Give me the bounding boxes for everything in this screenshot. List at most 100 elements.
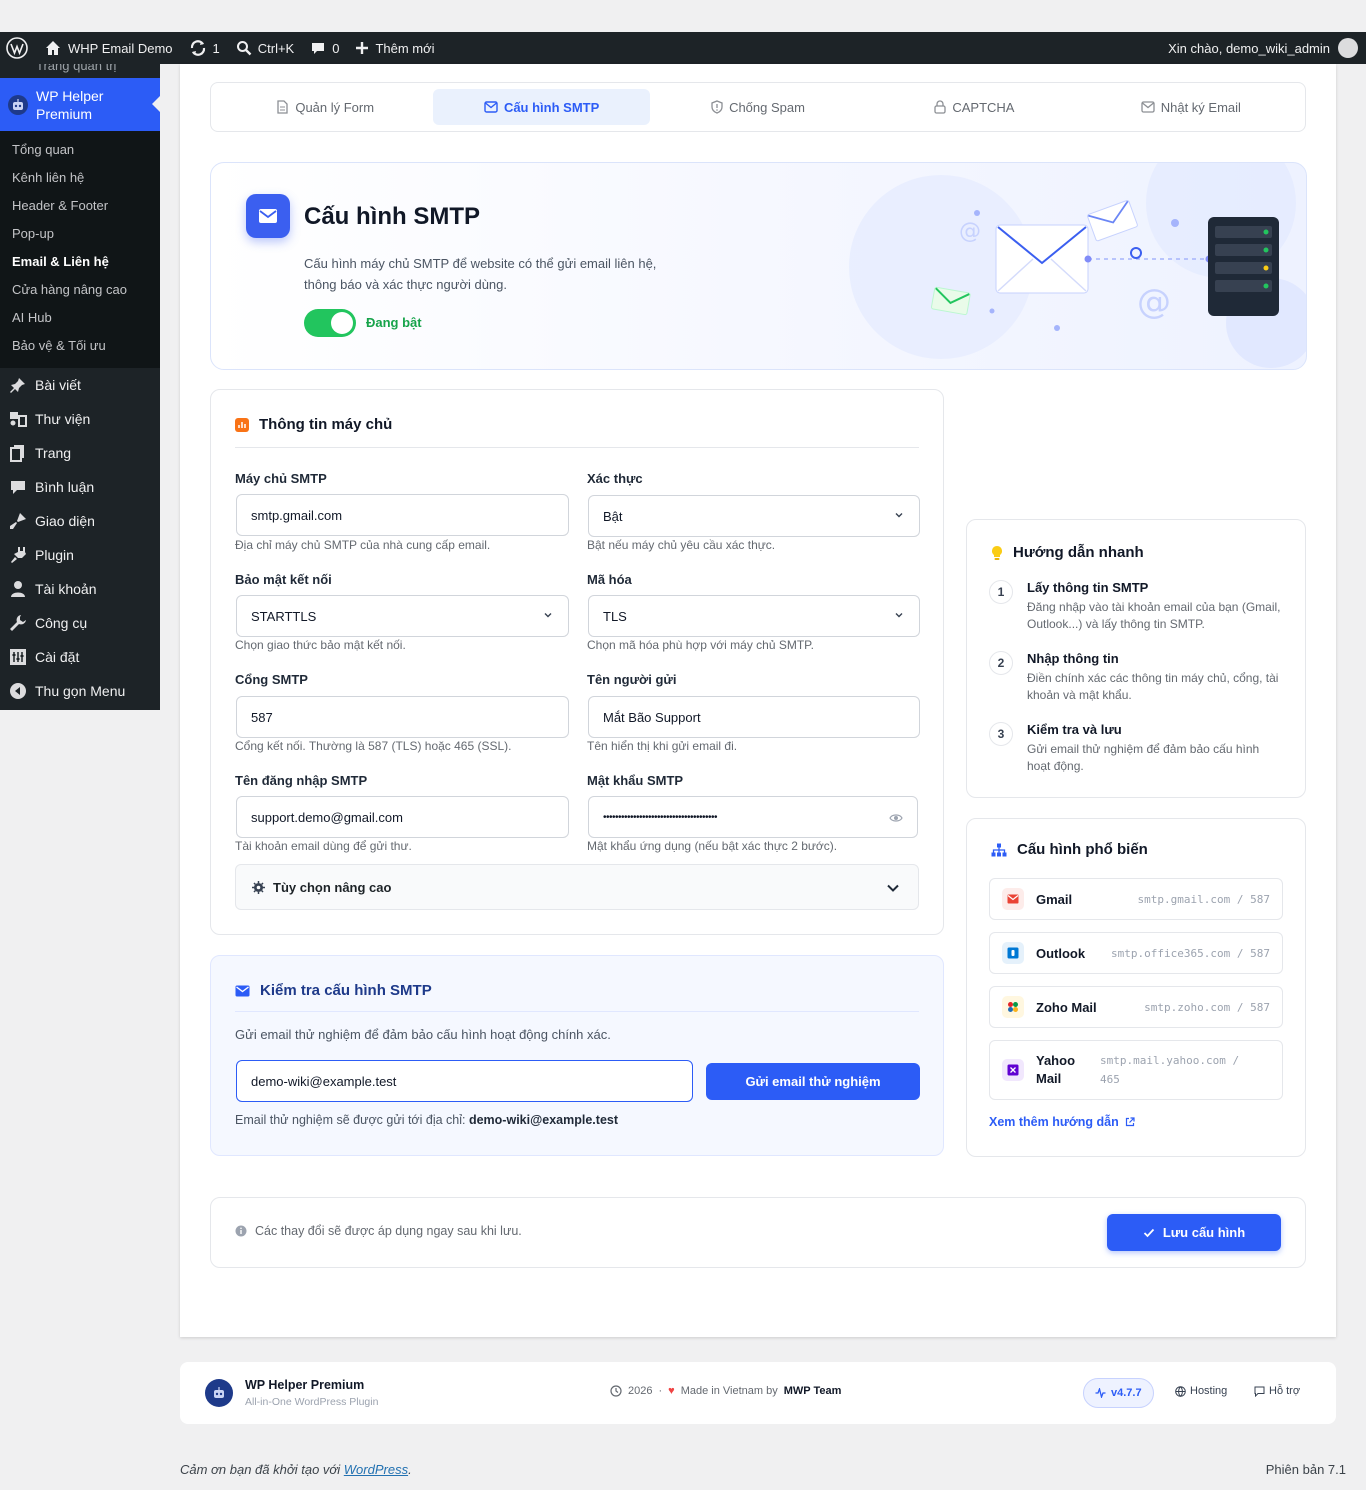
sidebar-item-tools[interactable]: Công cụ — [0, 606, 160, 640]
send-test-email-label: Gửi email thử nghiệm — [745, 1074, 881, 1089]
provider-server: smtp.office365.com / 587 — [1111, 946, 1270, 960]
settings-icon — [9, 648, 27, 666]
port-hint: Cổng kết nối. Thường là 587 (TLS) hoặc 4… — [235, 739, 512, 753]
username-hint: Tài khoản email dùng để gửi thư. — [235, 839, 412, 853]
smtp-test-title: Kiểm tra cấu hình SMTP — [260, 982, 432, 999]
sidebar-collapse-button[interactable]: Thu gọn Menu — [0, 674, 160, 708]
guide-step: 3 Kiểm tra và lưu Gửi email thử nghiệm để… — [989, 722, 1283, 775]
more-guides-link[interactable]: Xem thêm hướng dẫn — [989, 1115, 1135, 1129]
version-badge: v4.7.7 — [1083, 1378, 1154, 1408]
version-label: v4.7.7 — [1111, 1387, 1142, 1399]
sidebar-item-settings[interactable]: Cài đặt — [0, 640, 160, 674]
advanced-options-toggle[interactable]: Tùy chọn nâng cao — [235, 864, 919, 910]
auth-hint: Bật nếu máy chủ yêu cầu xác thực. — [587, 538, 776, 552]
wrench-icon — [9, 614, 27, 632]
tab-bar: Quản lý Form Cấu hình SMTP Chống Spam CA… — [210, 82, 1306, 132]
provider-name: Yahoo Mail — [1036, 1053, 1076, 1086]
provider-gmail[interactable]: Gmail smtp.gmail.com / 587 — [989, 878, 1283, 920]
test-email-input[interactable]: demo-wiki@example.test — [236, 1060, 693, 1102]
hosting-link[interactable]: Hosting — [1175, 1385, 1227, 1397]
sidebar-item-comments[interactable]: Bình luận — [0, 470, 160, 504]
external-link-icon — [1125, 1117, 1135, 1127]
eye-icon[interactable] — [889, 812, 903, 824]
quick-guide-title: Hướng dẫn nhanh — [1013, 544, 1144, 561]
submenu-item-advanced-store[interactable]: Cửa hàng nâng cao — [0, 279, 160, 307]
sender-value: Mắt Bão Support — [603, 709, 701, 725]
smtp-test-card: Kiểm tra cấu hình SMTP Gửi email thử ngh… — [210, 955, 944, 1156]
chevron-down-icon — [544, 613, 552, 618]
plugin-tagline: All-in-One WordPress Plugin — [245, 1396, 379, 1408]
tab-smtp-config[interactable]: Cấu hình SMTP — [433, 89, 650, 125]
tab-anti-spam[interactable]: Chống Spam — [650, 89, 866, 125]
comments-link[interactable]: 0 — [302, 32, 347, 64]
step-number: 1 — [989, 580, 1013, 604]
sender-input[interactable]: Mắt Bão Support — [588, 696, 920, 738]
footer-team-link[interactable]: MWP Team — [784, 1385, 842, 1397]
sidebar-item-plugins[interactable]: Plugin — [0, 538, 160, 572]
sender-label: Tên người gửi — [587, 672, 677, 687]
tab-form-management[interactable]: Quản lý Form — [217, 89, 433, 125]
submenu-item-popup[interactable]: Pop-up — [0, 223, 160, 251]
sidebar-item-label: WP Helper Premium — [36, 87, 104, 122]
save-config-button[interactable]: Lưu cấu hình — [1107, 1214, 1281, 1251]
plugin-icon — [9, 546, 27, 564]
wordpress-logo-icon[interactable] — [0, 32, 36, 64]
avatar[interactable] — [1338, 38, 1358, 58]
smtp-hero: Cấu hình SMTP Cấu hình máy chủ SMTP để w… — [210, 162, 1307, 370]
provider-zoho[interactable]: Zoho Mail smtp.zoho.com / 587 — [989, 986, 1283, 1028]
sidebar-item-label: Thu gọn Menu — [35, 683, 126, 699]
submenu-item-header-footer[interactable]: Header & Footer — [0, 195, 160, 223]
wordpress-link[interactable]: WordPress — [344, 1462, 408, 1477]
provider-yahoo[interactable]: Yahoo Mail smtp.mail.yahoo.com / 465 — [989, 1040, 1283, 1100]
site-name-link[interactable]: WHP Email Demo — [36, 32, 181, 64]
sidebar-item-appearance[interactable]: Giao diện — [0, 504, 160, 538]
updates-count: 1 — [212, 40, 220, 56]
port-input[interactable]: 587 — [236, 696, 569, 738]
info-icon — [235, 1225, 247, 1237]
port-value: 587 — [251, 709, 273, 725]
clock-icon — [610, 1385, 622, 1397]
auth-select[interactable]: Bật — [588, 495, 920, 537]
quick-guide-header: Hướng dẫn nhanh — [991, 544, 1144, 561]
new-content-link[interactable]: Thêm mới — [347, 32, 442, 64]
popular-config-title: Cấu hình phổ biến — [1017, 841, 1148, 858]
provider-outlook[interactable]: Outlook smtp.office365.com / 587 — [989, 932, 1283, 974]
updates-link[interactable]: 1 — [181, 32, 228, 64]
test-note: Email thử nghiệm sẽ được gửi tới địa chỉ… — [235, 1113, 618, 1127]
sidebar-item-label: Tài khoản — [35, 581, 97, 597]
submenu-item-email-contact[interactable]: Email & Liên hệ — [0, 251, 160, 279]
sidebar-item-wp-helper[interactable]: WP Helper Premium — [0, 78, 160, 131]
smtp-enable-toggle[interactable] — [304, 309, 356, 337]
send-test-email-button[interactable]: Gửi email thử nghiệm — [706, 1063, 920, 1100]
user-greeting[interactable]: Xin chào, demo_wiki_admin — [1168, 41, 1330, 56]
username-input[interactable]: support.demo@gmail.com — [236, 796, 569, 838]
password-input[interactable]: •••••••••••••••••••••••••••••••••••••• — [588, 796, 918, 838]
security-select[interactable]: STARTTLS — [236, 595, 569, 637]
sidebar-item-users[interactable]: Tài khoản — [0, 572, 160, 606]
tab-captcha[interactable]: CAPTCHA — [866, 89, 1082, 125]
smtp-host-input[interactable]: smtp.gmail.com — [236, 494, 569, 536]
smtp-host-hint: Địa chỉ máy chủ SMTP của nhà cung cấp em… — [235, 538, 491, 552]
sidebar-item-dashboard[interactable]: Trang quản trị — [0, 64, 160, 78]
encryption-select[interactable]: TLS — [588, 595, 920, 637]
sidebar-item-posts[interactable]: Bài viết — [0, 368, 160, 402]
sidebar-item-label: Bình luận — [35, 479, 95, 495]
toggle-knob — [331, 312, 353, 334]
tab-email-log[interactable]: Nhật ký Email — [1083, 89, 1299, 125]
submenu-item-ai-hub[interactable]: AI Hub — [0, 307, 160, 335]
submenu-item-overview[interactable]: Tổng quan — [0, 139, 160, 167]
sidebar-submenu: Tổng quan Kênh liên hệ Header & Footer P… — [0, 131, 160, 368]
search-shortcut[interactable]: Ctrl+K — [228, 32, 302, 64]
submenu-item-protect-optimize[interactable]: Bảo vệ & Tối ưu — [0, 335, 160, 363]
sidebar-item-pages[interactable]: Trang — [0, 436, 160, 470]
step-title: Nhập thông tin — [1027, 651, 1119, 666]
submenu-item-contact-channels[interactable]: Kênh liên hệ — [0, 167, 160, 195]
step-description: Gửi email thử nghiệm để đảm bảo cấu hình… — [1027, 742, 1260, 773]
support-link[interactable]: Hỗ trợ — [1254, 1385, 1300, 1397]
security-value: STARTTLS — [251, 608, 317, 624]
save-notice: Các thay đổi sẽ được áp dụng ngay sau kh… — [235, 1224, 522, 1238]
password-label: Mật khẩu SMTP — [587, 773, 684, 788]
sidebar-item-media[interactable]: Thư viện — [0, 402, 160, 436]
port-label: Cổng SMTP — [235, 672, 308, 687]
mail-icon — [235, 985, 250, 996]
